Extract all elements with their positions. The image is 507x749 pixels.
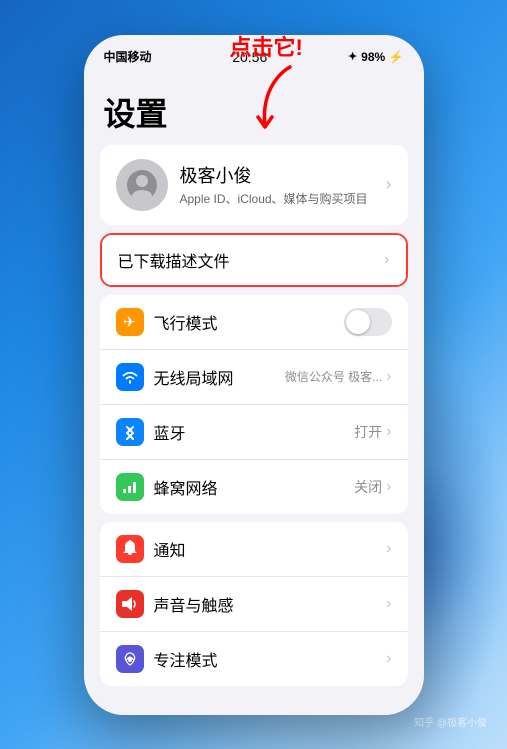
sounds-chevron: › xyxy=(386,595,391,613)
sounds-icon xyxy=(116,590,144,618)
cellular-chevron: › xyxy=(386,478,391,496)
notifications-row[interactable]: 通知 › xyxy=(100,522,408,576)
connectivity-group: ✈ 飞行模式 无线局域网 xyxy=(100,295,408,514)
cellular-value: 关闭 xyxy=(354,477,382,497)
watermark: 知乎 @极客小俊 xyxy=(414,714,487,729)
status-right: ✦ 98% ⚡ xyxy=(348,50,404,64)
airplane-mode-row[interactable]: ✈ 飞行模式 xyxy=(100,295,408,349)
status-bar: 中国移动 20:56 ✦ 98% ⚡ xyxy=(84,35,424,79)
avatar-icon xyxy=(127,170,157,200)
focus-icon xyxy=(116,645,144,673)
profile-name: 极客小俊 xyxy=(180,162,368,188)
time-label: 20:56 xyxy=(232,49,267,65)
downloaded-profiles-section[interactable]: 已下载描述文件 › xyxy=(100,233,408,287)
notifications-label: 通知 xyxy=(154,537,186,561)
toggle-knob xyxy=(346,310,370,334)
wifi-value: 微信公众号 极客... xyxy=(285,368,382,385)
notifications-group: 通知 › 声音与触感 › xyxy=(100,522,408,686)
airplane-mode-label: 飞行模式 xyxy=(154,310,218,334)
wifi-row[interactable]: 无线局域网 微信公众号 极客... › xyxy=(100,349,408,404)
notifications-chevron: › xyxy=(386,540,391,558)
cellular-label: 蜂窝网络 xyxy=(154,475,218,499)
downloaded-profiles-chevron: › xyxy=(384,251,389,269)
carrier-label: 中国移动 xyxy=(104,48,152,65)
avatar xyxy=(116,159,168,211)
sounds-row[interactable]: 声音与触感 › xyxy=(100,576,408,631)
wifi-chevron: › xyxy=(386,368,391,386)
wifi-label: 无线局域网 xyxy=(154,365,234,389)
profile-subtitle: Apple ID、iCloud、媒体与购买项目 xyxy=(180,190,368,207)
cellular-row[interactable]: 蜂窝网络 关闭 › xyxy=(100,459,408,514)
airplane-toggle[interactable] xyxy=(344,308,392,336)
bluetooth-icon xyxy=(116,418,144,446)
downloaded-profiles-row[interactable]: 已下载描述文件 › xyxy=(102,235,406,285)
notifications-icon xyxy=(116,535,144,563)
bluetooth-chevron: › xyxy=(386,423,391,441)
phone-frame: 中国移动 20:56 ✦ 98% ⚡ 设置 极客小俊 Apple ID、iClo… xyxy=(84,35,424,715)
page-title: 设置 xyxy=(84,79,424,145)
bluetooth-value: 打开 xyxy=(354,422,382,442)
airplane-icon: ✈ xyxy=(116,308,144,336)
bluetooth-icon: ✦ xyxy=(348,50,357,63)
battery-indicator: ⚡ xyxy=(389,50,404,64)
battery-percent: 98% xyxy=(361,50,385,64)
downloaded-profiles-label: 已下载描述文件 xyxy=(118,248,230,272)
bluetooth-label: 蓝牙 xyxy=(154,420,186,444)
profile-chevron: › xyxy=(386,174,392,195)
bluetooth-row[interactable]: 蓝牙 打开 › xyxy=(100,404,408,459)
wifi-icon xyxy=(116,363,144,391)
focus-chevron: › xyxy=(386,650,391,668)
focus-row[interactable]: 专注模式 › xyxy=(100,631,408,686)
settings-screen: 设置 极客小俊 Apple ID、iCloud、媒体与购买项目 › 已下载描述文… xyxy=(84,79,424,715)
focus-label: 专注模式 xyxy=(154,647,218,671)
sounds-label: 声音与触感 xyxy=(154,592,234,616)
profile-row[interactable]: 极客小俊 Apple ID、iCloud、媒体与购买项目 › xyxy=(100,145,408,225)
battery-icon: 98% ⚡ xyxy=(361,50,403,64)
cellular-icon xyxy=(116,473,144,501)
